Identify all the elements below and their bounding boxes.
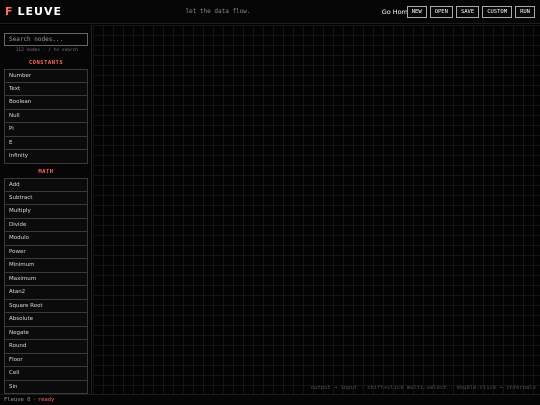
math-list: Add Subtract Multiply Divide Modulo Powe… (4, 178, 88, 394)
open-button[interactable]: OPEN (429, 6, 453, 18)
node-pi[interactable]: Pi (4, 123, 88, 137)
search-hint: 112 nodes · / to search (15, 48, 78, 53)
node-divide[interactable]: Divide (4, 218, 88, 232)
node-sin[interactable]: Sin (4, 380, 88, 394)
node-power[interactable]: Power (4, 245, 88, 259)
node-null[interactable]: Null (4, 109, 88, 123)
node-negate[interactable]: Negate (4, 326, 88, 340)
node-maximum[interactable]: Maximum (4, 272, 88, 286)
new-button[interactable]: NEW (406, 6, 427, 18)
node-atan2[interactable]: Atan2 (4, 286, 88, 300)
node-multiply[interactable]: Multiply (4, 205, 88, 219)
node-add[interactable]: Add (4, 178, 88, 192)
node-floor[interactable]: Floor (4, 353, 88, 367)
tagline: let the data flow. (185, 8, 251, 15)
graph-canvas[interactable]: output → input · shift+click multi-selec… (93, 25, 540, 394)
node-text[interactable]: Text (4, 82, 88, 96)
section-title-constants: CONSTANTS (28, 60, 64, 66)
node-search-input[interactable] (4, 33, 88, 46)
node-subtract[interactable]: Subtract (4, 191, 88, 205)
status-app: Fleuve 0 (4, 397, 31, 403)
status-state: ready (37, 397, 55, 403)
node-ceil[interactable]: Ceil (4, 367, 88, 381)
node-infinity[interactable]: Infinity (4, 150, 88, 164)
node-number[interactable]: Number (4, 69, 88, 83)
node-modulo[interactable]: Modulo (4, 232, 88, 246)
status-separator: · (32, 397, 36, 403)
node-absolute[interactable]: Absolute (4, 313, 88, 327)
run-button[interactable]: RUN (515, 6, 535, 18)
top-bar: F LEUVE let the data flow. Go Home NEW OP… (0, 0, 540, 24)
save-button[interactable]: SAVE (455, 6, 480, 18)
constants-list: Number Text Boolean Null Pi E Infinity (4, 69, 88, 164)
custom-button[interactable]: CUSTOM (482, 6, 513, 18)
toolbar: NEW OPEN SAVE CUSTOM RUN (406, 6, 535, 18)
node-square-root[interactable]: Square Root (4, 299, 88, 313)
section-title-math: MATH (38, 169, 54, 175)
node-round[interactable]: Round (4, 340, 88, 354)
node-e[interactable]: E (4, 136, 88, 150)
node-palette: 112 nodes · / to search CONSTANTS Number… (0, 25, 92, 394)
canvas-hint: output → input · shift+click multi-selec… (310, 385, 536, 391)
status-bar: Fleuve 0 · ready (0, 394, 540, 405)
node-boolean[interactable]: Boolean (4, 96, 88, 110)
node-minimum[interactable]: Minimum (4, 259, 88, 273)
